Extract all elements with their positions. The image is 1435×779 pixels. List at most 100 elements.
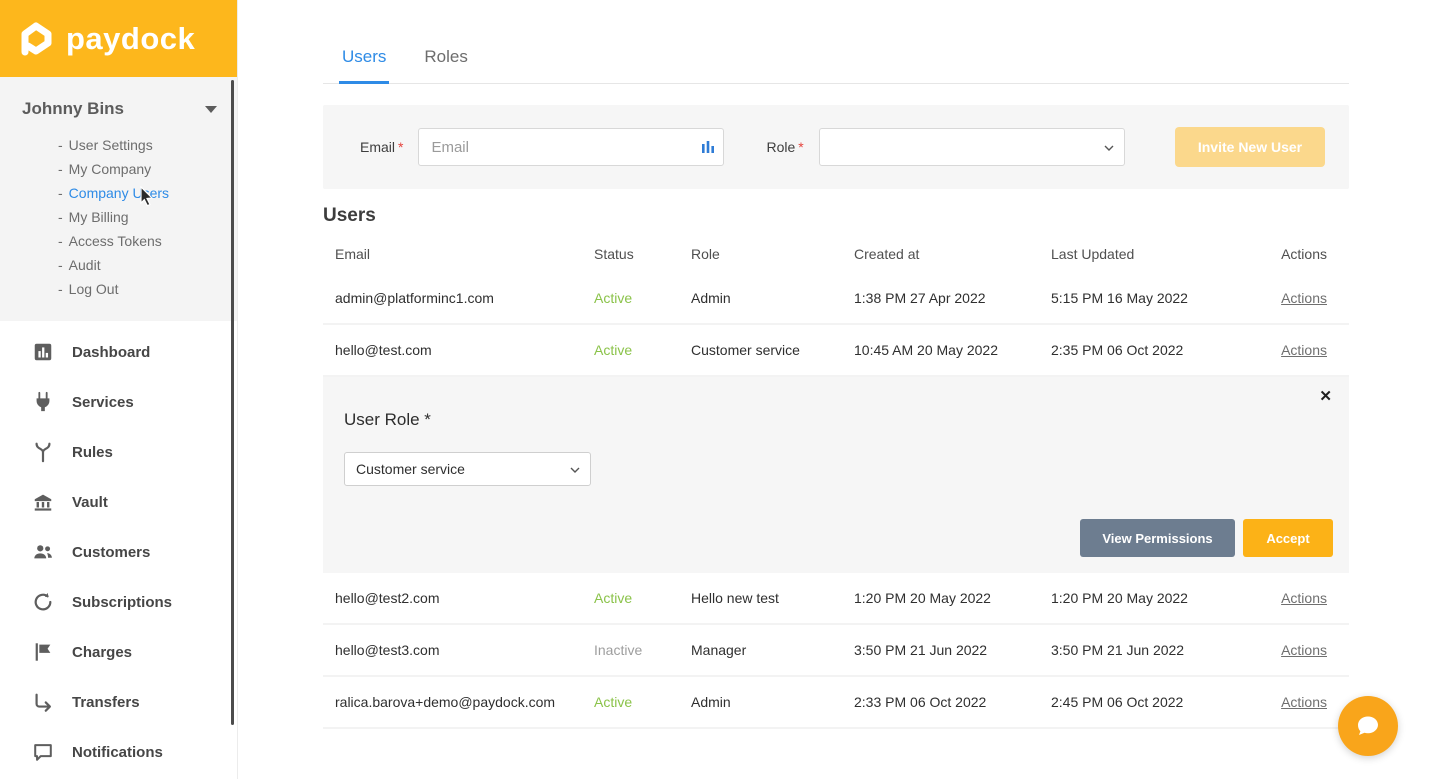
dash-bullet: - xyxy=(58,257,63,273)
col-email: Email xyxy=(335,246,371,262)
table-row: hello@test2.com Active Hello new test 1:… xyxy=(323,573,1349,625)
role-label: Role * xyxy=(766,139,804,155)
cell-status: Active xyxy=(594,694,633,710)
dash-bullet: - xyxy=(58,161,63,177)
sidebar-item-my-billing[interactable]: - My Billing xyxy=(58,205,237,229)
col-actions: Actions xyxy=(1281,246,1327,262)
col-status: Status xyxy=(594,246,634,262)
role-select[interactable] xyxy=(818,128,1125,166)
arrow-turn-icon xyxy=(35,693,51,712)
cell-role: Customer service xyxy=(691,342,800,358)
required-asterisk: * xyxy=(398,139,404,155)
sidebar-item-label: Access Tokens xyxy=(68,233,162,249)
cell-status: Active xyxy=(594,342,633,358)
sidebar-item-rules[interactable]: Rules xyxy=(0,427,237,477)
brand-name: paydock xyxy=(66,20,196,56)
user-role-select[interactable]: Customer service xyxy=(344,452,591,486)
cell-status: Inactive xyxy=(594,642,643,658)
account-dropdown[interactable]: Johnny Bins xyxy=(0,99,237,133)
users-table: Email Status Role Created at Last Update… xyxy=(323,235,1349,729)
cell-email: hello@test2.com xyxy=(335,590,440,606)
dash-bullet: - xyxy=(58,185,63,201)
help-chat-button[interactable] xyxy=(1338,696,1398,756)
sidebar-item-dashboard[interactable]: Dashboard xyxy=(0,327,237,377)
chevron-down-icon xyxy=(205,105,217,113)
refresh-icon xyxy=(34,592,52,611)
nav-label: Dashboard xyxy=(72,343,151,361)
cell-last-updated: 2:35 PM 06 Oct 2022 xyxy=(1051,342,1184,358)
invite-new-user-button[interactable]: Invite New User xyxy=(1175,127,1325,167)
sidebar-item-my-company[interactable]: - My Company xyxy=(58,157,237,181)
actions-link[interactable]: Actions xyxy=(1281,642,1327,658)
table-row: ralica.barova+demo@paydock.com Active Ad… xyxy=(323,677,1349,729)
actions-link[interactable]: Actions xyxy=(1281,590,1327,606)
table-row: admin@platforminc1.com Active Admin 1:38… xyxy=(323,273,1349,325)
actions-link[interactable]: Actions xyxy=(1281,694,1327,710)
sidebar-item-subscriptions[interactable]: Subscriptions xyxy=(0,577,237,627)
chevron-down-icon xyxy=(1104,145,1114,151)
chat-bubble-icon xyxy=(1358,716,1378,735)
cell-role: Admin xyxy=(691,290,731,306)
sidebar-item-customers[interactable]: Customers xyxy=(0,527,237,577)
sidebar-item-label: User Settings xyxy=(68,137,153,153)
sidebar-item-services[interactable]: Services xyxy=(0,377,237,427)
cell-created-at: 10:45 AM 20 May 2022 xyxy=(854,342,998,358)
cell-role: Manager xyxy=(691,642,747,658)
cell-created-at: 2:33 PM 06 Oct 2022 xyxy=(854,694,987,710)
sidebar-item-company-users[interactable]: - Company Users xyxy=(58,181,237,205)
brand-header: paydock xyxy=(0,0,237,77)
cell-last-updated: 3:50 PM 21 Jun 2022 xyxy=(1051,642,1185,658)
nav-label: Notifications xyxy=(72,743,163,761)
sidebar: paydock Johnny Bins - User Settings - My C… xyxy=(0,0,238,779)
flag-icon xyxy=(35,643,51,661)
view-permissions-button[interactable]: View Permissions xyxy=(1080,519,1235,557)
cell-status: Active xyxy=(594,290,633,306)
table-header: Email Status Role Created at Last Update… xyxy=(323,235,1349,273)
actions-link[interactable]: Actions xyxy=(1281,342,1327,358)
cell-role: Hello new test xyxy=(691,590,779,606)
close-icon[interactable]: ✕ xyxy=(1319,387,1332,405)
chevron-down-icon xyxy=(570,467,580,473)
edit-user-role-panel: ✕ User Role * Customer service View Perm… xyxy=(323,377,1349,573)
cell-role: Admin xyxy=(691,694,731,710)
sidebar-item-label: Audit xyxy=(68,257,101,273)
accept-button[interactable]: Accept xyxy=(1243,519,1333,557)
actions-link[interactable]: Actions xyxy=(1281,290,1327,306)
sidebar-item-charges[interactable]: Charges xyxy=(0,627,237,677)
col-last-updated: Last Updated xyxy=(1051,246,1135,262)
nav-label: Services xyxy=(72,393,134,411)
paydock-logo-icon xyxy=(21,22,52,55)
main-content: Users Roles Email* Role* Invite New User… xyxy=(239,0,1435,779)
sidebar-item-user-settings[interactable]: - User Settings xyxy=(58,133,237,157)
sidebar-item-access-tokens[interactable]: - Access Tokens xyxy=(58,229,237,253)
tab-users[interactable]: Users xyxy=(339,47,390,84)
sidebar-item-notifications[interactable]: Notifications xyxy=(0,727,237,777)
dash-bullet: - xyxy=(58,137,63,153)
email-label: Email * xyxy=(360,139,404,155)
sidebar-item-label: Log Out xyxy=(68,281,119,297)
tab-roles[interactable]: Roles xyxy=(421,47,470,83)
nav-label: Charges xyxy=(72,643,133,661)
autofill-icon[interactable] xyxy=(701,140,715,154)
col-role: Role xyxy=(691,246,720,262)
sidebar-item-transfers[interactable]: Transfers xyxy=(0,677,237,727)
cell-email: admin@platforminc1.com xyxy=(335,290,494,306)
sidebar-item-label: Company Users xyxy=(68,185,170,201)
dash-bullet: - xyxy=(58,281,63,297)
chat-icon xyxy=(34,744,52,761)
table-row: hello@test3.com Inactive Manager 3:50 PM… xyxy=(323,625,1349,677)
cell-email: hello@test3.com xyxy=(335,642,440,658)
email-field[interactable] xyxy=(418,128,725,166)
people-icon xyxy=(34,545,52,559)
nav-label: Vault xyxy=(72,493,108,511)
invite-user-form: Email* Role* Invite New User xyxy=(323,105,1349,189)
sidebar-item-vault[interactable]: Vault xyxy=(0,477,237,527)
cell-created-at: 1:38 PM 27 Apr 2022 xyxy=(854,290,986,306)
cell-last-updated: 5:15 PM 16 May 2022 xyxy=(1051,290,1188,306)
sidebar-item-log-out[interactable]: - Log Out xyxy=(58,277,237,301)
required-asterisk: * xyxy=(798,139,804,155)
cell-last-updated: 2:45 PM 06 Oct 2022 xyxy=(1051,694,1184,710)
sidebar-item-audit[interactable]: - Audit xyxy=(58,253,237,277)
sidebar-scrollbar[interactable] xyxy=(231,80,234,725)
nav-label: Customers xyxy=(72,543,151,561)
